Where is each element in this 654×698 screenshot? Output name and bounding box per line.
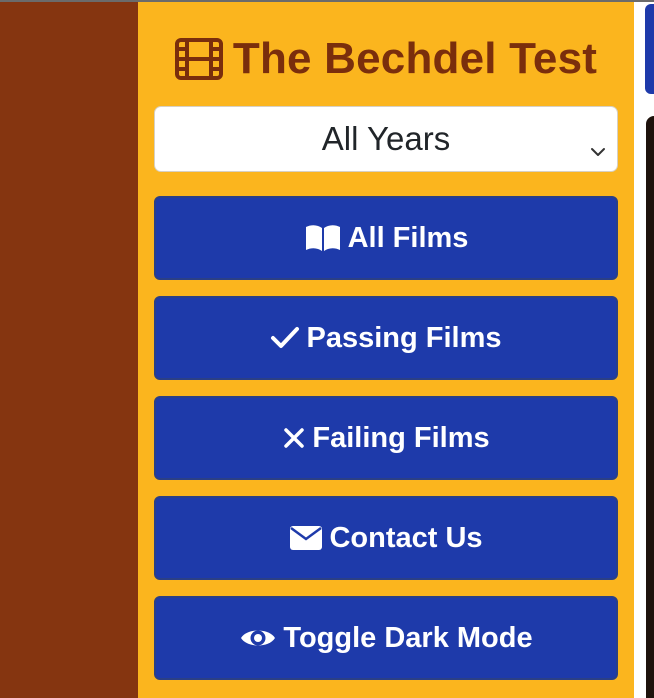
passing-films-button[interactable]: Passing Films bbox=[154, 296, 618, 380]
open-book-icon bbox=[304, 223, 342, 253]
x-icon bbox=[282, 426, 306, 450]
contact-us-button[interactable]: Contact Us bbox=[154, 496, 618, 580]
envelope-icon bbox=[289, 525, 323, 551]
sidebar: The Bechdel Test All Years All Films Pas… bbox=[138, 2, 634, 698]
toggle-dark-mode-label: Toggle Dark Mode bbox=[283, 621, 533, 654]
film-icon bbox=[174, 38, 223, 80]
passing-films-label: Passing Films bbox=[306, 321, 502, 354]
page-title-text: The Bechdel Test bbox=[232, 34, 598, 83]
toggle-dark-mode-button[interactable]: Toggle Dark Mode bbox=[154, 596, 618, 680]
year-select[interactable]: All Years bbox=[154, 106, 618, 172]
contact-us-label: Contact Us bbox=[329, 521, 483, 554]
year-select-value: All Years bbox=[321, 120, 451, 157]
failing-films-label: Failing Films bbox=[312, 421, 490, 454]
content-edge-dark-panel bbox=[646, 116, 654, 698]
page-title: The Bechdel Test bbox=[138, 32, 634, 86]
chevron-down-icon bbox=[589, 131, 607, 156]
check-icon bbox=[270, 325, 300, 351]
failing-films-button[interactable]: Failing Films bbox=[154, 396, 618, 480]
eye-icon bbox=[239, 624, 277, 652]
all-films-button[interactable]: All Films bbox=[154, 196, 618, 280]
content-edge-button[interactable] bbox=[645, 4, 654, 94]
all-films-label: All Films bbox=[347, 221, 469, 254]
left-background-panel bbox=[0, 2, 138, 698]
